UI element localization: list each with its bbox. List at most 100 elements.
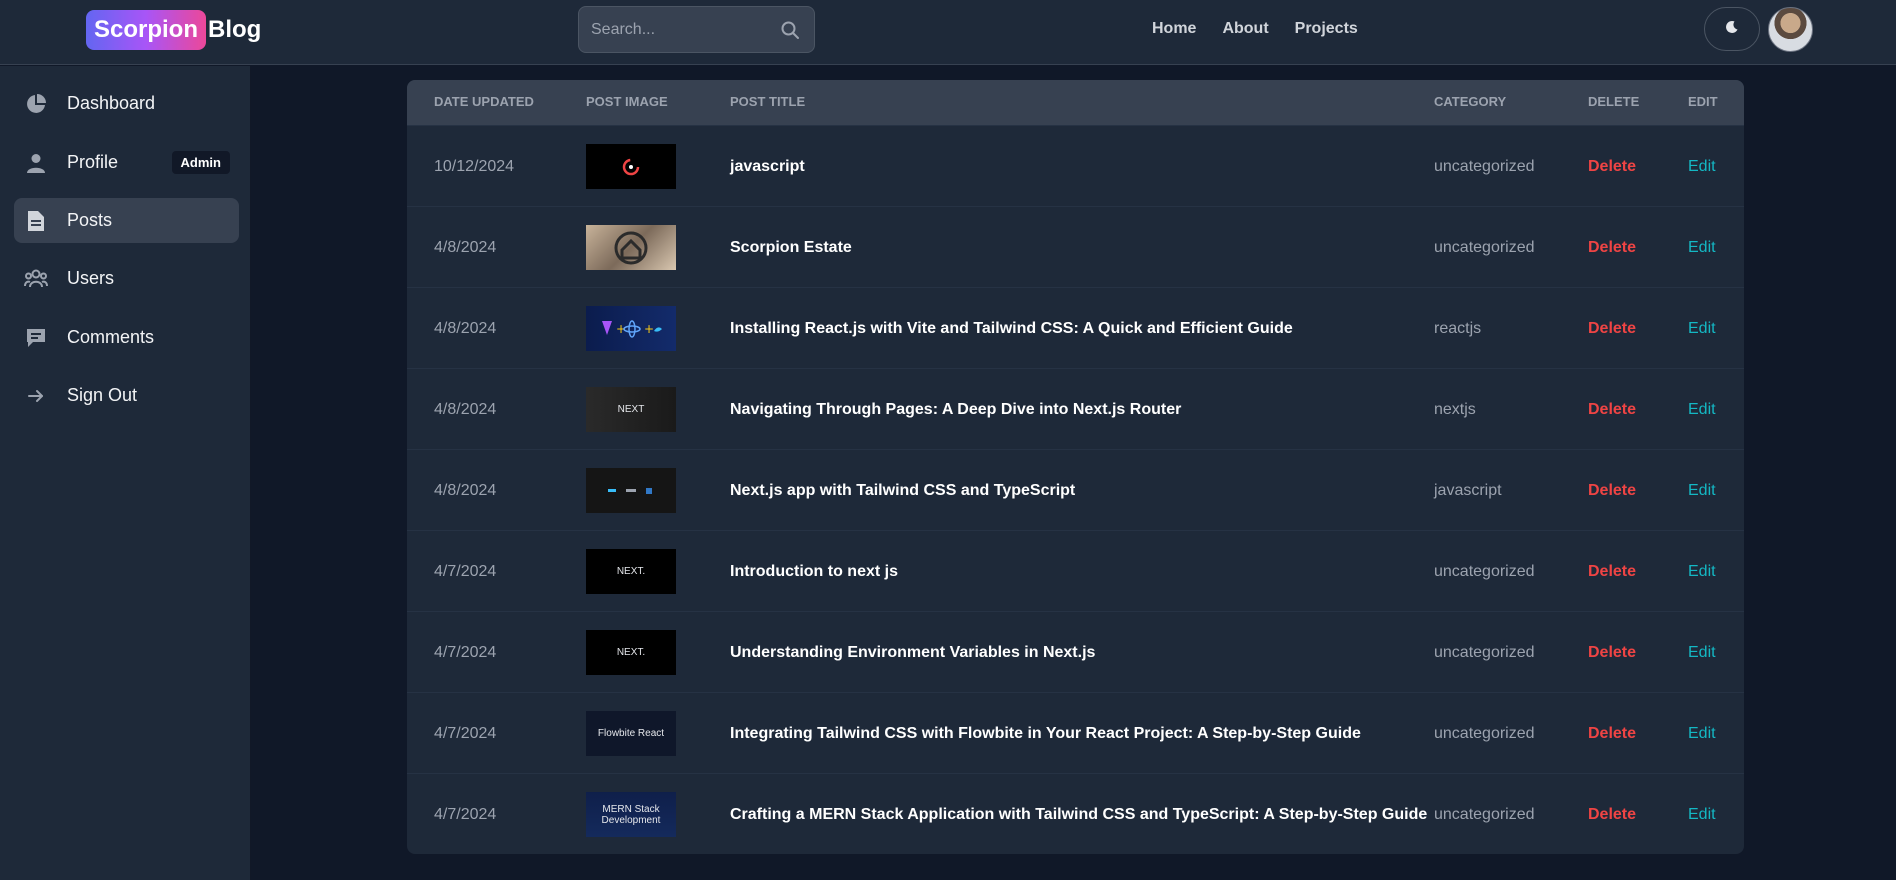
- sidebar-item-label: Profile: [67, 152, 119, 172]
- sidebar-item-comments[interactable]: Comments: [14, 315, 239, 360]
- post-date: 4/7/2024: [434, 724, 497, 742]
- user-avatar[interactable]: [1768, 7, 1813, 52]
- post-category: uncategorized: [1434, 157, 1535, 175]
- post-thumbnail[interactable]: NEXT.: [586, 630, 676, 675]
- top-navbar: Scorpion Blog Home About Projects: [0, 0, 1896, 65]
- table-row: 4/8/2024 Next.js app with Tailwind CSS an…: [407, 449, 1744, 530]
- sidebar: Dashboard Profile Admin Posts Users Comm…: [0, 66, 251, 880]
- edit-link[interactable]: Edit: [1688, 126, 1716, 207]
- post-thumbnail[interactable]: [586, 144, 676, 189]
- post-category: uncategorized: [1434, 724, 1535, 742]
- edit-link[interactable]: Edit: [1688, 369, 1716, 450]
- nav-projects[interactable]: Projects: [1295, 20, 1358, 38]
- header-post-image: Post Image: [586, 94, 668, 109]
- edit-link[interactable]: Edit: [1688, 288, 1716, 369]
- post-date: 4/7/2024: [434, 643, 497, 661]
- sidebar-item-dashboard[interactable]: Dashboard: [14, 81, 239, 126]
- edit-link[interactable]: Edit: [1688, 612, 1716, 693]
- sidebar-item-profile[interactable]: Profile Admin: [14, 140, 239, 185]
- post-date: 4/8/2024: [434, 481, 497, 499]
- post-image-cell: NEXT.: [586, 531, 676, 612]
- post-image-cell: [586, 450, 676, 531]
- post-category: reactjs: [1434, 319, 1482, 337]
- table-row: 10/12/2024 javascript uncategorized Delete E…: [407, 125, 1744, 206]
- sidebar-item-label: Comments: [67, 327, 155, 347]
- search-input[interactable]: [579, 7, 779, 52]
- post-title[interactable]: Introduction to next js: [730, 531, 898, 612]
- sidebar-item-label: Dashboard: [67, 93, 156, 113]
- delete-button[interactable]: Delete: [1588, 369, 1636, 450]
- post-thumbnail[interactable]: MERN Stack Development: [586, 792, 676, 837]
- table-header: Date Updated Post Image Post Title Categ…: [407, 80, 1744, 125]
- header-edit: Edit: [1688, 94, 1718, 109]
- edit-link[interactable]: Edit: [1688, 450, 1716, 531]
- sidebar-item-label: Sign Out: [67, 385, 138, 405]
- post-title[interactable]: Next.js app with Tailwind CSS and TypeSc…: [730, 450, 1075, 531]
- post-category: uncategorized: [1434, 562, 1535, 580]
- delete-button[interactable]: Delete: [1588, 126, 1636, 207]
- header-delete: Delete: [1588, 94, 1640, 109]
- post-title[interactable]: Understanding Environment Variables in N…: [730, 612, 1095, 693]
- sidebar-item-users[interactable]: Users: [14, 256, 239, 301]
- post-image-cell: NEXT: [586, 369, 676, 450]
- post-title[interactable]: Scorpion Estate: [730, 207, 852, 288]
- post-thumbnail[interactable]: NEXT.: [586, 549, 676, 594]
- theme-toggle-button[interactable]: [1704, 7, 1760, 51]
- edit-link[interactable]: Edit: [1688, 774, 1716, 854]
- delete-button[interactable]: Delete: [1588, 612, 1636, 693]
- post-thumbnail[interactable]: NEXT: [586, 387, 676, 432]
- thumbnail-label: NEXT: [617, 404, 645, 415]
- sidebar-item-sign-out[interactable]: Sign Out: [14, 373, 239, 418]
- thumbnail-label: MERN Stack Development: [601, 803, 661, 826]
- delete-button[interactable]: Delete: [1588, 774, 1636, 854]
- post-thumbnail[interactable]: + +: [586, 306, 676, 351]
- edit-link[interactable]: Edit: [1688, 693, 1716, 774]
- delete-button[interactable]: Delete: [1588, 531, 1636, 612]
- thumbnail-label: NEXT.: [616, 566, 646, 577]
- header-date-updated: Date Updated: [434, 94, 534, 109]
- users-icon: [24, 267, 48, 291]
- post-category: uncategorized: [1434, 805, 1535, 823]
- nav-home[interactable]: Home: [1152, 20, 1196, 38]
- site-logo[interactable]: Scorpion Blog: [86, 10, 261, 50]
- search-icon[interactable]: [780, 20, 800, 40]
- delete-button[interactable]: Delete: [1588, 207, 1636, 288]
- table-row: 4/8/2024 NEXT Navigating Through Pages: A …: [407, 368, 1744, 449]
- nav-about[interactable]: About: [1222, 20, 1268, 38]
- post-thumbnail[interactable]: [586, 468, 676, 513]
- post-date: 4/7/2024: [434, 562, 497, 580]
- main-nav: Home About Projects: [1152, 20, 1358, 38]
- edit-link[interactable]: Edit: [1688, 531, 1716, 612]
- post-thumbnail[interactable]: [586, 225, 676, 270]
- pie-chart-icon: [24, 92, 48, 116]
- post-thumbnail[interactable]: Flowbite React: [586, 711, 676, 756]
- thumbnail-logo-icon: [622, 158, 640, 175]
- table-row: 4/7/2024 NEXT. Understanding Environment V…: [407, 611, 1744, 692]
- post-title[interactable]: javascript: [730, 126, 805, 207]
- post-image-cell: [586, 126, 676, 207]
- post-title[interactable]: Crafting a MERN Stack Application with T…: [730, 774, 1427, 854]
- delete-button[interactable]: Delete: [1588, 693, 1636, 774]
- post-title[interactable]: Integrating Tailwind CSS with Flowbite i…: [730, 693, 1361, 774]
- logo-text: Blog: [208, 16, 262, 43]
- table-row: 4/7/2024 MERN Stack Development Crafting a…: [407, 773, 1744, 854]
- table-row: 4/7/2024 Flowbite React Integrating Tailwi…: [407, 692, 1744, 773]
- post-date: 4/8/2024: [434, 238, 497, 256]
- post-category: nextjs: [1434, 400, 1476, 418]
- header-category: Category: [1434, 94, 1507, 109]
- delete-button[interactable]: Delete: [1588, 288, 1636, 369]
- post-image-cell: MERN Stack Development: [586, 774, 676, 854]
- delete-button[interactable]: Delete: [1588, 450, 1636, 531]
- edit-link[interactable]: Edit: [1688, 207, 1716, 288]
- post-date: 4/8/2024: [434, 319, 497, 337]
- thumbnail-house-icon: [614, 231, 648, 264]
- header-post-title: Post Title: [730, 94, 806, 109]
- thumbnail-logos-icon: + +: [602, 319, 662, 338]
- post-date: 10/12/2024: [434, 157, 515, 175]
- document-icon: [24, 209, 48, 233]
- post-title[interactable]: Navigating Through Pages: A Deep Dive in…: [730, 369, 1181, 450]
- post-image-cell: + +: [586, 288, 676, 369]
- post-category: uncategorized: [1434, 238, 1535, 256]
- post-title[interactable]: Installing React.js with Vite and Tailwi…: [730, 288, 1293, 369]
- sidebar-item-posts[interactable]: Posts: [14, 198, 239, 243]
